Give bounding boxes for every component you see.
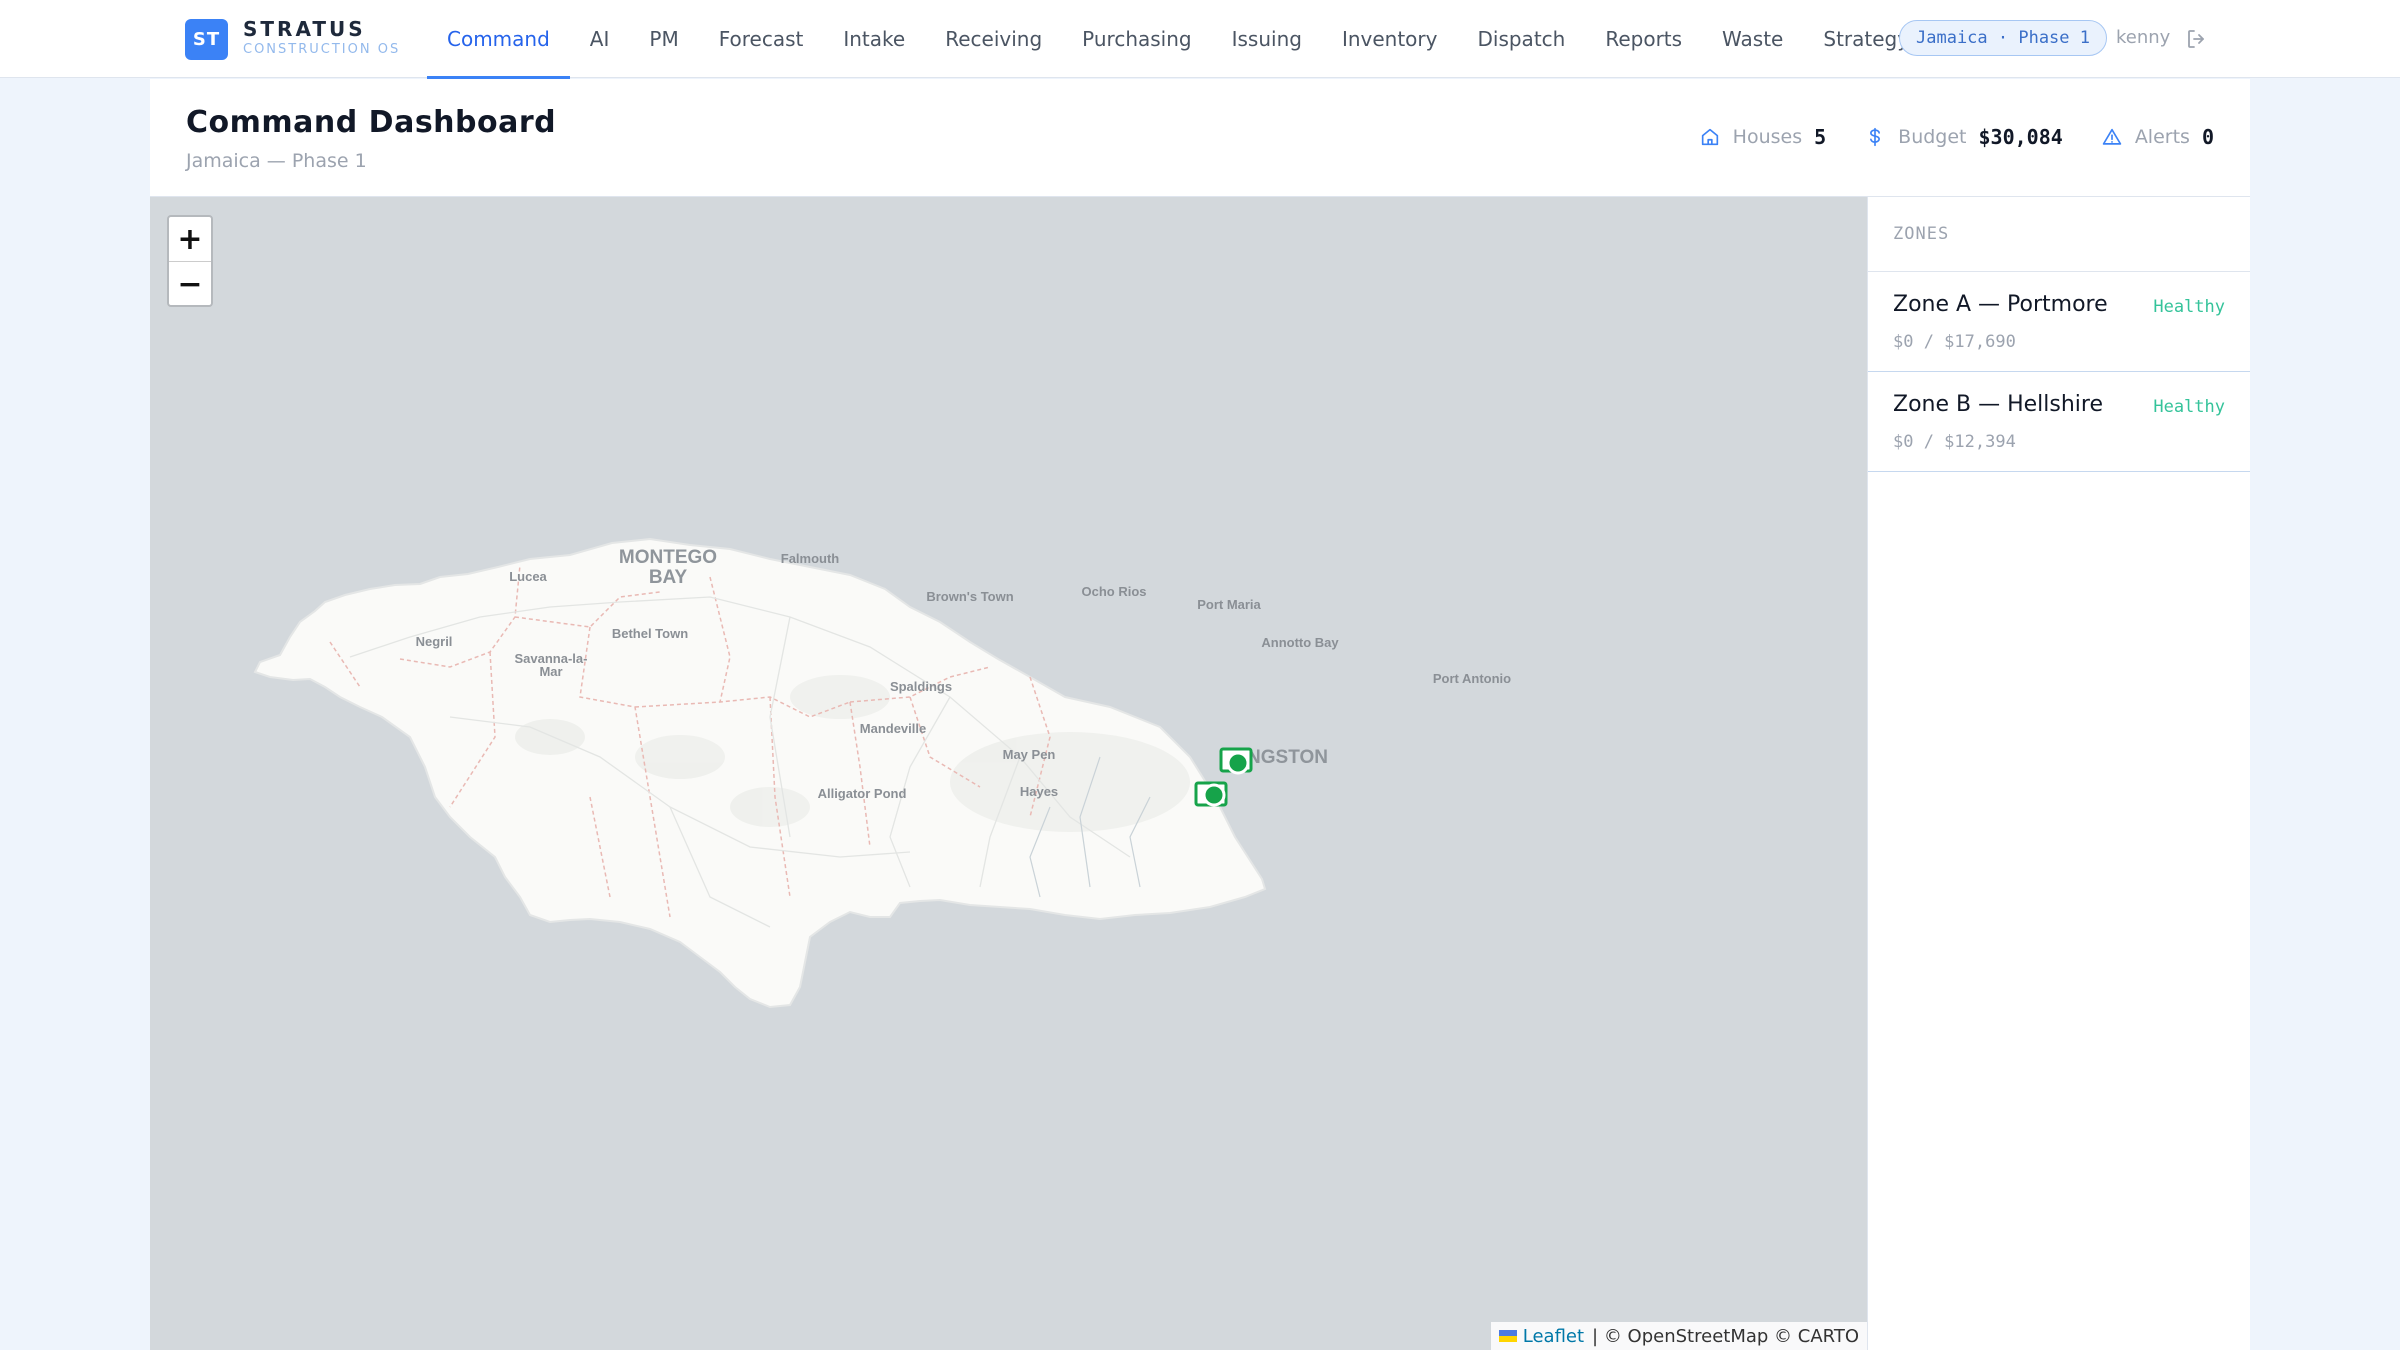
zone-name: Zone B — Hellshire bbox=[1893, 392, 2103, 417]
main-nav: Command AI PM Forecast Intake Receiving … bbox=[427, 0, 1929, 79]
zone-budget: $0 / $12,394 bbox=[1893, 432, 2016, 452]
label-mandeville: Mandeville bbox=[860, 721, 926, 736]
label-browns-town: Brown's Town bbox=[926, 589, 1013, 604]
nav-item-dispatch[interactable]: Dispatch bbox=[1457, 0, 1585, 78]
nav-item-issuing[interactable]: Issuing bbox=[1212, 0, 1322, 78]
label-may-pen: May Pen bbox=[1003, 747, 1056, 762]
nav-item-inventory[interactable]: Inventory bbox=[1322, 0, 1458, 78]
attribution-text: | © OpenStreetMap © CARTO bbox=[1592, 1325, 1859, 1347]
zone-row-hellshire[interactable]: Zone B — Hellshire Healthy $0 / $12,394 bbox=[1868, 372, 2250, 472]
user-name: kenny bbox=[2116, 27, 2171, 48]
label-annotto-bay: Annotto Bay bbox=[1261, 635, 1339, 650]
nav-item-reports[interactable]: Reports bbox=[1585, 0, 1702, 78]
ukraine-flag-icon bbox=[1498, 1330, 1517, 1342]
brand-title: STRATUS bbox=[243, 17, 366, 41]
house-icon bbox=[1701, 128, 1718, 146]
label-ocho-rios: Ocho Rios bbox=[1081, 584, 1146, 599]
zones-header: ZONES bbox=[1868, 197, 2250, 272]
label-montego: MONTEGO bbox=[619, 547, 717, 568]
map-attribution: Leaflet | © OpenStreetMap © CARTO bbox=[1490, 1322, 1867, 1350]
brand-subtitle: CONSTRUCTION OS bbox=[243, 42, 401, 57]
zoom-in-button[interactable]: + bbox=[169, 217, 211, 262]
zoom-control: + − bbox=[167, 215, 213, 307]
label-lucea: Lucea bbox=[509, 569, 547, 584]
zone-budget: $0 / $17,690 bbox=[1893, 332, 2016, 352]
zone-row-portmore[interactable]: Zone A — Portmore Healthy $0 / $17,690 bbox=[1868, 272, 2250, 372]
zone-name: Zone A — Portmore bbox=[1893, 292, 2108, 317]
label-hayes: Hayes bbox=[1020, 784, 1058, 799]
nav-item-receiving[interactable]: Receiving bbox=[925, 0, 1062, 78]
dollar-icon bbox=[1870, 127, 1881, 147]
leaflet-link[interactable]: Leaflet bbox=[1498, 1326, 1584, 1347]
project-phase-selector[interactable]: Jamaica · Phase 1 bbox=[1899, 20, 2107, 56]
stat-houses: Houses 5 bbox=[1699, 125, 1827, 149]
zones-panel: ZONES Zone A — Portmore Healthy $0 / $17… bbox=[1867, 197, 2250, 1350]
logout-icon[interactable] bbox=[2185, 27, 2209, 51]
map-view[interactable]: MONTEGO BAY Falmouth Lucea Brown's Town … bbox=[150, 197, 1867, 1350]
jamaica-basemap[interactable]: MONTEGO BAY Falmouth Lucea Brown's Town … bbox=[150, 197, 1867, 1350]
stat-value: 0 bbox=[2201, 125, 2214, 149]
stat-budget: Budget $30,084 bbox=[1864, 125, 2063, 149]
dashboard-header: Command Dashboard Jamaica — Phase 1 Hous… bbox=[150, 79, 2250, 197]
nav-item-ai[interactable]: AI bbox=[570, 0, 630, 78]
alert-triangle-icon bbox=[2102, 128, 2122, 145]
label-bay: BAY bbox=[649, 567, 688, 588]
stat-value: 5 bbox=[1814, 125, 1827, 149]
zone-marker-portmore[interactable] bbox=[1219, 747, 1253, 775]
stat-value: $30,084 bbox=[1978, 125, 2063, 149]
zone-status-badge: Healthy bbox=[2153, 297, 2225, 317]
nav-item-forecast[interactable]: Forecast bbox=[699, 0, 824, 78]
page-subtitle: Jamaica — Phase 1 bbox=[186, 150, 367, 172]
header-stats: Houses 5 Budget $30,084 Alerts 0 bbox=[1661, 125, 2214, 149]
label-port-antonio: Port Antonio bbox=[1433, 671, 1511, 686]
nav-item-intake[interactable]: Intake bbox=[823, 0, 925, 78]
stat-label: Budget bbox=[1898, 126, 1967, 148]
nav-item-purchasing[interactable]: Purchasing bbox=[1062, 0, 1211, 78]
zone-marker-hellshire[interactable] bbox=[1194, 781, 1228, 807]
nav-item-pm[interactable]: PM bbox=[629, 0, 698, 78]
label-port-maria: Port Maria bbox=[1197, 597, 1261, 612]
top-navigation-bar: ST STRATUS CONSTRUCTION OS Command AI PM… bbox=[0, 0, 2400, 79]
label-spaldings: Spaldings bbox=[890, 679, 952, 694]
label-falmouth: Falmouth bbox=[781, 551, 840, 566]
label-mar: Mar bbox=[539, 664, 562, 679]
stat-label: Alerts bbox=[2134, 126, 2190, 148]
label-bethel-town: Bethel Town bbox=[612, 626, 688, 641]
stat-label: Houses bbox=[1732, 126, 1803, 148]
label-alligator-pond: Alligator Pond bbox=[818, 786, 907, 801]
nav-item-command[interactable]: Command bbox=[427, 0, 570, 79]
stat-alerts: Alerts 0 bbox=[2101, 125, 2214, 149]
nav-item-waste[interactable]: Waste bbox=[1702, 0, 1803, 78]
zoom-out-button[interactable]: − bbox=[169, 262, 211, 305]
label-negril: Negril bbox=[416, 634, 453, 649]
logo-mark[interactable]: ST bbox=[185, 19, 228, 60]
leaflet-link-label[interactable]: Leaflet bbox=[1523, 1326, 1584, 1347]
zone-status-badge: Healthy bbox=[2153, 397, 2225, 417]
page-title: Command Dashboard bbox=[186, 105, 557, 140]
